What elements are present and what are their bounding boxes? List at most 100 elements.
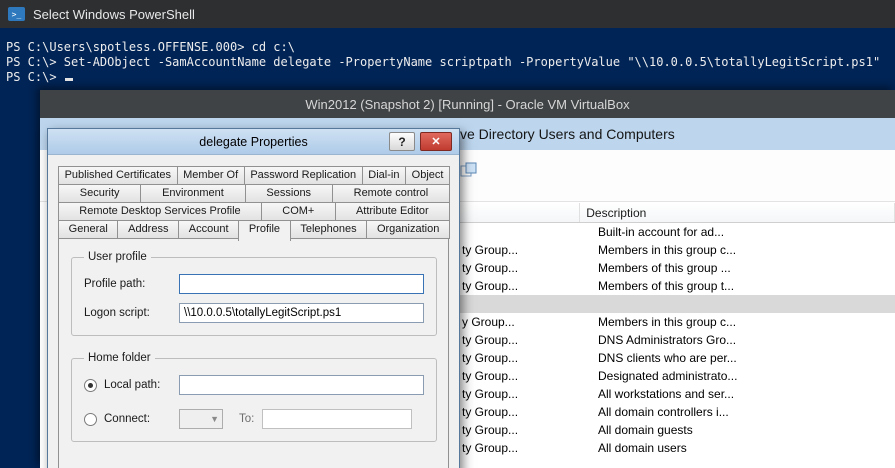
list-item[interactable]: ty Group... Members in this group c... [460, 241, 895, 259]
profile-path-input[interactable] [179, 274, 424, 294]
tab-label: COM+ [282, 205, 314, 217]
list-item[interactable] [460, 295, 895, 313]
list-item[interactable]: ty Group... Designated administrato... [460, 367, 895, 385]
tab-label: Object [412, 169, 444, 181]
user-profile-legend: User profile [84, 251, 151, 263]
tab[interactable]: Account [178, 220, 239, 239]
list-item-description: All domain controllers i... [592, 405, 895, 419]
tab[interactable]: Object [405, 166, 450, 185]
connect-to-label: To: [239, 413, 254, 425]
list-item[interactable]: ty Group... Members of this group ... [460, 259, 895, 277]
dialog-titlebar[interactable]: delegate Properties ? ✕ [48, 129, 459, 155]
column-header-name[interactable] [460, 203, 580, 222]
list-item-name: ty Group... [460, 333, 592, 347]
close-button[interactable]: ✕ [420, 132, 452, 151]
virtualbox-title: Win2012 (Snapshot 2) [Running] - Oracle … [305, 97, 629, 112]
list-item[interactable]: ty Group... All workstations and ser... [460, 385, 895, 403]
list-item-name: ty Group... [460, 279, 592, 293]
chevron-down-icon: ▼ [210, 414, 219, 424]
tab[interactable]: General [58, 220, 118, 239]
tab[interactable]: Member Of [177, 166, 245, 185]
list-item-name: ty Group... [460, 387, 592, 401]
list-item-name: ty Group... [460, 369, 592, 383]
tab-label: Member Of [183, 169, 238, 181]
list-item[interactable]: y Group... Members in this group c... [460, 313, 895, 331]
list-item-name: ty Group... [460, 243, 592, 257]
powershell-title: Select Windows PowerShell [33, 7, 195, 22]
list-item-description: Members in this group c... [592, 315, 895, 329]
list-header: Description [460, 203, 895, 223]
drive-letter-dropdown[interactable]: ▼ [179, 409, 223, 429]
terminal-cursor [65, 78, 73, 81]
tab[interactable]: Dial-in [362, 166, 406, 185]
virtualbox-titlebar[interactable]: Win2012 (Snapshot 2) [Running] - Oracle … [40, 90, 895, 118]
list-item[interactable]: ty Group... DNS Administrators Gro... [460, 331, 895, 349]
tab[interactable]: Address [117, 220, 179, 239]
close-icon: ✕ [431, 135, 440, 148]
tab[interactable]: Attribute Editor [335, 202, 450, 221]
tab-strip: Published Certificates Member Of Password … [58, 166, 449, 238]
list-item-name: ty Group... [460, 405, 592, 419]
logon-script-label: Logon script: [84, 307, 179, 319]
help-button[interactable]: ? [389, 132, 415, 151]
tab[interactable]: Remote control [332, 184, 450, 203]
list-item-description: All domain guests [592, 423, 895, 437]
tab-row-3: Remote Desktop Services Profile COM+ Attri… [58, 202, 449, 220]
tab[interactable]: Organization [366, 220, 450, 239]
terminal-line: PS C:\Users\spotless.OFFENSE.000> cd c:\ [6, 40, 895, 55]
list-item[interactable]: ty Group... All domain guests [460, 421, 895, 439]
local-path-input[interactable] [179, 375, 424, 395]
aduc-title: ve Directory Users and Computers [460, 126, 675, 142]
tab-label: Sessions [266, 187, 311, 199]
list-item-description: Members of this group t... [592, 279, 895, 293]
list-item[interactable]: ty Group... All domain users [460, 439, 895, 457]
home-folder-group: Home folder Local path: Connect: ▼ To: [71, 352, 437, 442]
profile-path-label: Profile path: [84, 278, 179, 290]
home-folder-legend: Home folder [84, 352, 155, 364]
dialog-title: delegate Properties [199, 135, 307, 149]
tab-label: Account [189, 223, 229, 235]
profile-tab-panel: User profile Profile path: Logon script:… [58, 238, 449, 468]
powershell-terminal[interactable]: PS C:\Users\spotless.OFFENSE.000> cd c:\… [0, 28, 895, 98]
list-item[interactable]: ty Group... Members of this group t... [460, 277, 895, 295]
column-header-description[interactable]: Description [580, 203, 895, 222]
tab[interactable]: Published Certificates [58, 166, 178, 185]
logon-script-input[interactable] [179, 303, 424, 323]
list-item-name: ty Group... [460, 423, 592, 437]
tab-label: Environment [162, 187, 224, 199]
list-rows: Built-in account for ad... ty Group... M… [460, 223, 895, 457]
connect-to-input[interactable] [262, 409, 412, 429]
powershell-icon: >_ [8, 7, 25, 21]
list-item[interactable]: Built-in account for ad... [460, 223, 895, 241]
list-item-name: ty Group... [460, 261, 592, 275]
tab[interactable]: Profile [238, 220, 291, 241]
list-item-name: ty Group... [460, 441, 592, 455]
tab-label: Remote Desktop Services Profile [79, 205, 240, 217]
list-item-description: DNS clients who are per... [592, 351, 895, 365]
connect-label: Connect: [104, 413, 179, 425]
screen: >_ Select Windows PowerShell PS C:\Users… [0, 0, 895, 468]
tab[interactable]: Remote Desktop Services Profile [58, 202, 262, 221]
terminal-line: PS C:\> Set-ADObject -SamAccountName del… [6, 55, 895, 70]
tab[interactable]: Sessions [245, 184, 333, 203]
connect-radio[interactable] [84, 413, 97, 426]
list-item-description: Members in this group c... [592, 243, 895, 257]
list-item[interactable]: ty Group... DNS clients who are per... [460, 349, 895, 367]
toolbar-icon[interactable] [460, 162, 478, 183]
aduc-object-list: Description Built-in account for ad... t… [460, 203, 895, 468]
list-item-description: All workstations and ser... [592, 387, 895, 401]
list-item-name: ty Group... [460, 351, 592, 365]
tab[interactable]: Environment [140, 184, 245, 203]
tab[interactable]: Security [58, 184, 141, 203]
local-path-label: Local path: [104, 379, 179, 391]
tab-row-1: Published Certificates Member Of Password … [58, 166, 449, 184]
tab[interactable]: Password Replication [244, 166, 363, 185]
tab-label: General [69, 223, 108, 235]
list-item[interactable]: ty Group... All domain controllers i... [460, 403, 895, 421]
powershell-titlebar[interactable]: >_ Select Windows PowerShell [0, 0, 895, 28]
tab[interactable]: Telephones [290, 220, 368, 239]
tab[interactable]: COM+ [261, 202, 336, 221]
tab-row-2: Security Environment Sessions Remote contro… [58, 184, 449, 202]
local-path-radio[interactable] [84, 379, 97, 392]
list-item-description: DNS Administrators Gro... [592, 333, 895, 347]
